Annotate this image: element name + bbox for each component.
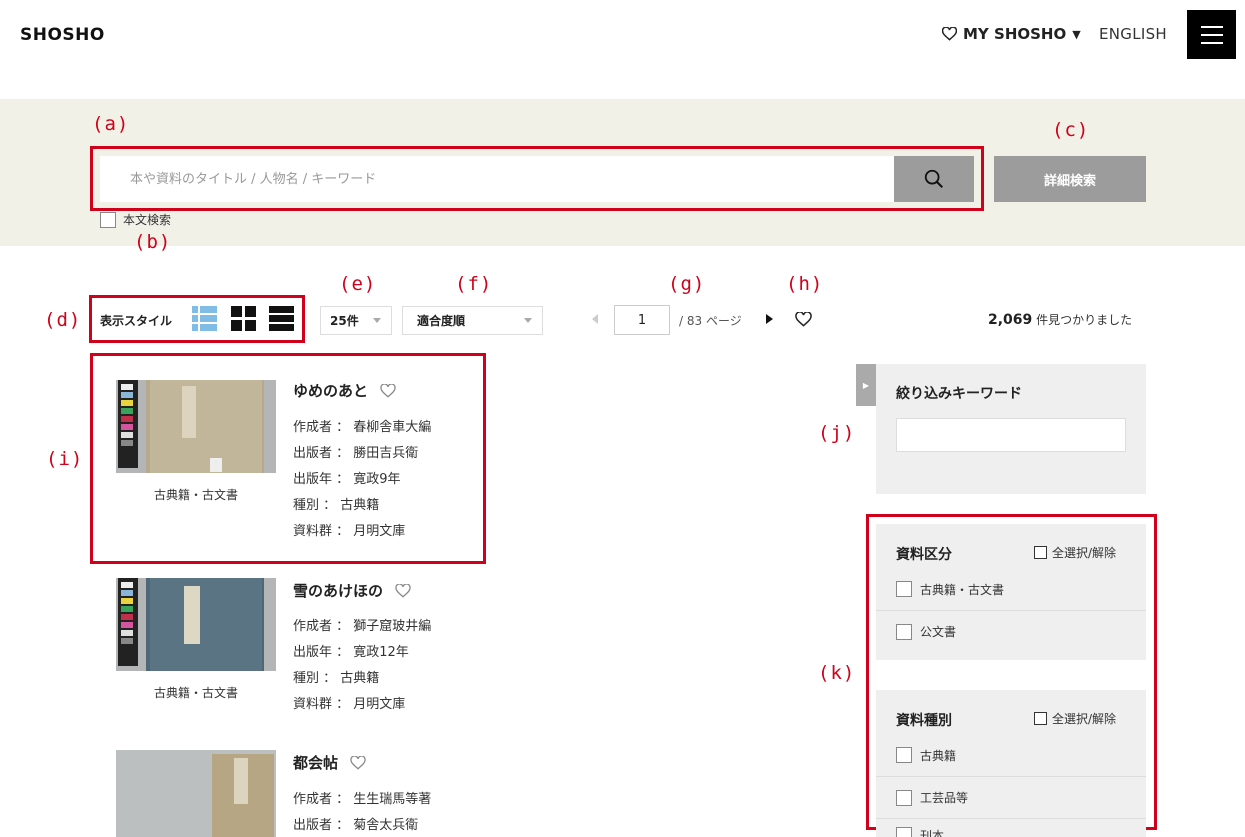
facet-option-checkbox[interactable] [896,789,912,806]
annotation-c: (c) [1052,119,1090,141]
site-logo[interactable]: SHOSHO [20,25,105,45]
record-meta-line: 種別 ： 古典籍 [293,498,380,513]
annotation-e: (e) [339,273,377,295]
advanced-search-button[interactable]: 詳細検索 [994,156,1146,202]
facet-option-checkbox[interactable] [896,581,912,597]
table-view-icon[interactable] [269,306,294,331]
record-title-text: 都会帖 [293,754,339,772]
keyword-filter-title: 絞り込みキーワード [896,386,1022,402]
record-meta-line: 作成者 ： 春柳舎車大編 [293,420,432,435]
record-title-text: 雪のあけほの [293,582,384,600]
record-meta-line: 出版者 ： 勝田吉兵衛 [293,446,419,461]
annotation-a: (a) [92,113,130,135]
result-count-suffix: 件見つかりました [1032,313,1133,327]
dropdown-arrow-icon [373,318,381,323]
facet-option[interactable]: 古典籍 [876,734,1146,776]
record-meta-line: 資料群 ： 月明文庫 [293,697,406,712]
heart-icon[interactable] [350,755,366,770]
record-meta: 作成者 ： 獅子窟玻井編 出版年 ： 寛政12年 種別 ： 古典籍 資料群 ： … [293,614,431,718]
heart-icon[interactable] [380,383,396,398]
facet-option-checkbox[interactable] [896,827,912,837]
record-meta-line: 種別 ： 古典籍 [293,671,380,686]
search-input[interactable] [100,156,894,202]
annotation-k: (k) [818,662,856,684]
annotation-i: (i) [46,448,84,470]
heart-icon[interactable] [395,583,411,598]
record-meta-line: 出版者 ： 菊舎太兵衛 [293,818,419,833]
fulltext-checkbox[interactable] [100,211,116,228]
fulltext-label: 本文検索 [123,213,172,227]
page-number-input[interactable]: 1 [614,305,670,335]
caret-down-icon: ▼ [1072,27,1081,41]
result-count: 2,069 件見つかりました [988,311,1132,328]
select-all-label: 全選択/解除 [1052,546,1117,560]
record-thumbnail[interactable] [116,578,276,671]
facet-option-label: 刊本 [920,829,945,837]
fulltext-search-option[interactable]: 本文検索 [100,211,171,228]
record-meta-line: 出版年 ： 寛政9年 [293,472,401,487]
facet-title: 資料区分 [896,547,952,563]
next-page-icon[interactable] [766,314,773,324]
keyword-filter-input[interactable] [896,418,1126,452]
record-title[interactable]: 雪のあけほの [293,580,411,601]
annotation-g: (g) [668,273,706,295]
my-shosho-label: MY SHOSHO [963,25,1067,43]
record-thumbnail[interactable] [116,380,276,473]
facet-option[interactable]: 刊本 [876,818,1146,837]
record-meta: 作成者 ： 春柳舎車大編 出版者 ： 勝田吉兵衛 出版年 ： 寛政9年 種別 ：… [293,415,431,545]
record-title[interactable]: 都会帖 [293,752,366,773]
facet-option-checkbox[interactable] [896,747,912,763]
select-all-checkbox[interactable] [1034,712,1047,725]
search-icon [924,169,943,188]
record-category: 古典籍・古文書 [153,488,238,502]
grid-view-icon[interactable] [231,306,256,331]
record-meta-line: 資料群 ： 月明文庫 [293,524,406,539]
facet-option-label: 古典籍・古文書 [920,582,1005,597]
page-total: / 83 ページ [679,314,742,328]
record-thumbnail[interactable] [116,750,276,837]
facet-option[interactable]: 工芸品等 [876,776,1146,818]
facet-option-checkbox[interactable] [896,623,912,640]
record-meta-line: 作成者 ： 生生瑞馬等著 [293,792,432,807]
record-meta-line: 出版年 ： 寛政12年 [293,645,409,660]
record-title-text: ゆめのあと [293,382,369,400]
my-shosho-menu[interactable]: MY SHOSHO ▼ [942,25,1081,43]
annotation-h: (h) [786,273,824,295]
search-button[interactable] [894,156,974,202]
record-category: 古典籍・古文書 [153,686,238,700]
record-meta-line: 作成者 ： 獅子窟玻井編 [293,619,432,634]
facet-option[interactable]: 公文書 [876,610,1146,652]
heart-icon [942,27,957,41]
list-view-icon[interactable] [192,306,217,331]
per-page-select[interactable]: 25件 [320,306,392,335]
select-all-label: 全選択/解除 [1052,712,1117,726]
facet-title: 資料種別 [896,713,952,729]
language-switch[interactable]: ENGLISH [1099,25,1167,43]
prev-page-icon[interactable] [592,314,598,324]
hamburger-menu-button[interactable] [1187,10,1236,59]
favorite-search-button[interactable] [795,311,812,331]
collapse-tab-icon[interactable]: ▶ [856,364,876,406]
display-style-label: 表示スタイル [100,314,173,328]
annotation-f: (f) [455,273,493,295]
facet-option-label: 公文書 [920,625,957,639]
heart-icon [795,311,812,327]
record-title[interactable]: ゆめのあと [293,380,396,401]
facet-option-label: 工芸品等 [920,791,969,805]
facet-option-label: 古典籍 [920,748,957,763]
record-meta: 作成者 ： 生生瑞馬等著 出版者 ： 菊舎太兵衛 [293,787,431,837]
dropdown-arrow-icon [524,318,532,323]
result-count-number: 2,069 [988,312,1033,328]
annotation-j: (j) [818,422,856,444]
select-all-toggle[interactable]: 全選択/解除 [1034,544,1116,561]
select-all-toggle[interactable]: 全選択/解除 [1034,710,1116,727]
sort-value: 適合度順 [417,314,466,328]
annotation-b: (b) [134,231,172,253]
facet-option[interactable]: 古典籍・古文書 [876,568,1146,610]
select-all-checkbox[interactable] [1034,546,1047,559]
annotation-d: (d) [44,309,82,331]
per-page-value: 25件 [330,314,359,328]
sort-select[interactable]: 適合度順 [402,306,543,335]
